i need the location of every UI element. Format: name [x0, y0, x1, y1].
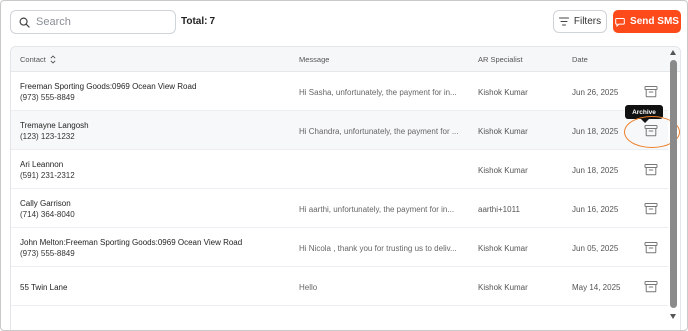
search-input[interactable]	[36, 16, 166, 28]
send-sms-label: Send SMS	[630, 16, 679, 27]
messages-table: Contact Message AR Specialist Date Freem…	[10, 46, 681, 330]
message-preview: Hi Sasha, unfortunately, the payment for…	[299, 88, 457, 97]
contact-phone: (591) 231-2312	[20, 171, 75, 180]
search-icon	[19, 17, 30, 28]
table-row[interactable]	[11, 306, 668, 330]
contact-name: Tremayne Langosh	[20, 121, 89, 130]
filter-lines-icon	[558, 17, 569, 26]
archive-box-icon[interactable]	[644, 124, 658, 137]
archive-box-icon[interactable]	[644, 85, 658, 98]
contact-phone: (973) 555-8849	[20, 249, 75, 258]
archive-box-icon[interactable]	[644, 241, 658, 254]
ar-specialist: aarthi+1011	[478, 205, 520, 214]
ar-specialist: Kishok Kumar	[478, 127, 528, 136]
ar-specialist: Kishok Kumar	[478, 283, 528, 292]
search-box[interactable]	[10, 10, 176, 34]
contact-phone: (714) 364-8040	[20, 210, 75, 219]
app-frame: Total:7 Filters Send SMS Contact	[0, 0, 688, 331]
contact-name: Freeman Sporting Goods:0969 Ocean View R…	[20, 82, 197, 91]
message-date: Jun 26, 2025	[572, 88, 619, 97]
contact-name: Cally Garrison	[20, 199, 71, 208]
contact-name: Ari Leannon	[20, 160, 64, 169]
scroll-up-arrow-icon[interactable]	[670, 50, 676, 55]
scrollbar-thumb[interactable]	[670, 60, 677, 308]
ar-specialist: Kishok Kumar	[478, 88, 528, 97]
contact-name: John Melton:Freeman Sporting Goods:0969 …	[20, 238, 243, 247]
contact-phone: (123) 123-1232	[20, 132, 75, 141]
column-header-ar-specialist: AR Specialist	[478, 55, 523, 64]
archive-tooltip: Archive	[625, 105, 663, 123]
table-row[interactable]: Tremayne Langosh (123) 123-1232 Hi Chand…	[11, 111, 668, 150]
table-header: Contact Message AR Specialist Date	[11, 47, 680, 72]
table-row[interactable]: Cally Garrison (714) 364-8040 Hi aarthi,…	[11, 189, 668, 228]
message-preview: Hi Chandra, unfortunately, the payment f…	[299, 127, 459, 136]
message-bubble-icon	[615, 17, 625, 27]
message-date: May 14, 2025	[572, 283, 621, 292]
message-preview: Hi aarthi, unfortunately, the payment fo…	[299, 205, 455, 214]
table-row[interactable]: Ari Leannon (591) 231-2312 Kishok Kumar …	[11, 150, 668, 189]
table-row[interactable]: John Melton:Freeman Sporting Goods:0969 …	[11, 228, 668, 267]
column-header-date: Date	[572, 55, 588, 64]
column-header-contact-label: Contact	[20, 55, 46, 64]
column-header-contact[interactable]: Contact	[20, 55, 56, 64]
sort-updown-icon[interactable]	[50, 55, 56, 64]
table-row[interactable]: 55 Twin Lane Hello Kishok Kumar May 14, …	[11, 267, 668, 306]
message-date: Jun 18, 2025	[572, 166, 619, 175]
toolbar: Total:7 Filters Send SMS	[1, 1, 687, 41]
filters-label: Filters	[573, 16, 602, 27]
send-sms-button[interactable]: Send SMS	[613, 10, 681, 33]
message-date: Jun 16, 2025	[572, 205, 619, 214]
ar-specialist: Kishok Kumar	[478, 166, 528, 175]
filters-button[interactable]: Filters	[553, 10, 607, 33]
message-preview: Hello	[299, 283, 318, 292]
message-preview: Hi Nicola , thank you for trusting us to…	[299, 244, 457, 253]
message-date: Jun 18, 2025	[572, 127, 619, 136]
total-count: Total: 7	[181, 16, 215, 27]
contact-phone: (973) 555-8849	[20, 93, 75, 102]
message-date: Jun 05, 2025	[572, 244, 619, 253]
vertical-scrollbar[interactable]	[669, 47, 679, 325]
contact-name: 55 Twin Lane	[20, 283, 68, 292]
ar-specialist: Kishok Kumar	[478, 244, 528, 253]
column-header-message: Message	[299, 55, 330, 64]
total-value: 7	[209, 16, 216, 27]
archive-box-icon[interactable]	[644, 280, 658, 293]
archive-box-icon[interactable]	[644, 202, 658, 215]
scroll-down-arrow-icon[interactable]	[670, 314, 676, 319]
table-row[interactable]: Freeman Sporting Goods:0969 Ocean View R…	[11, 72, 668, 111]
total-label: Total:	[181, 16, 208, 27]
archive-box-icon[interactable]	[644, 163, 658, 176]
